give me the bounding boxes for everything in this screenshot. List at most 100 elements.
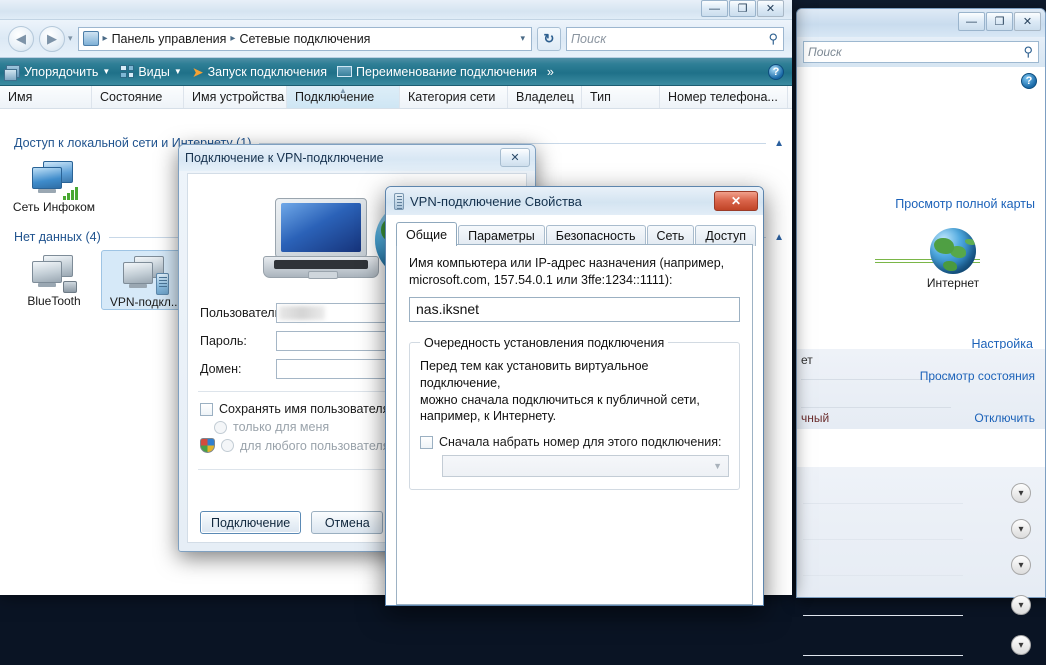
host-label-line1: Имя компьютера или IP-адрес назначения (… (409, 255, 740, 272)
list-item[interactable]: ▾ (797, 513, 1045, 549)
sort-ascending-icon: ▲ (339, 86, 347, 95)
chevron-down-icon[interactable]: ▾ (520, 33, 525, 44)
chevron-down-icon[interactable]: ▾ (1011, 555, 1031, 575)
vpn-properties-titlebar[interactable]: VPN-подключение Свойства ✕ (386, 187, 763, 215)
properties-tabstrip: Общие Параметры Безопасность Сеть Доступ (386, 215, 763, 246)
internet-node[interactable]: Интернет (923, 228, 983, 290)
chevron-down-icon[interactable]: ▼ (102, 67, 110, 76)
maximize-icon[interactable]: ❐ (729, 0, 756, 17)
views-label: Виды (138, 65, 170, 79)
connection-item-vpn[interactable]: VPN-подкл... (101, 250, 189, 310)
dial-connection-select[interactable]: ▼ (442, 455, 729, 477)
anyone-radio[interactable] (221, 439, 234, 452)
main-window-titlebar[interactable]: — ❐ ✕ (0, 0, 792, 20)
views-button[interactable]: Виды ▼ (120, 65, 182, 79)
tab-general[interactable]: Общие (396, 222, 457, 246)
list-item[interactable]: ▾ (797, 477, 1045, 513)
column-header-phone-number[interactable]: Номер телефона... (660, 86, 788, 108)
column-header-type[interactable]: Тип (582, 86, 660, 108)
vpn-properties-dialog[interactable]: VPN-подключение Свойства ✕ Общие Парамет… (385, 186, 764, 606)
right-window-body: ? Просмотр полной карты Интернет Настрой… (797, 67, 1045, 597)
column-header-owner[interactable]: Владелец (508, 86, 582, 108)
column-header-device-name[interactable]: Имя устройства (184, 86, 287, 108)
minimize-icon[interactable]: — (701, 0, 728, 17)
chevron-down-icon[interactable]: ▼ (713, 461, 722, 471)
right-window-buttons[interactable]: — ❐ ✕ (958, 12, 1041, 31)
chevron-down-icon[interactable]: ▾ (1011, 483, 1031, 503)
breadcrumb-separator: ▸ (103, 33, 108, 44)
connection-item-network-infocom[interactable]: Сеть Инфоком (10, 156, 98, 214)
close-icon[interactable]: ✕ (1014, 12, 1041, 31)
start-connection-label: Запуск подключения (208, 65, 327, 79)
rename-connection-button[interactable]: Переименование подключения (337, 65, 537, 79)
close-icon[interactable]: ✕ (757, 0, 784, 17)
dial-first-checkbox[interactable] (420, 436, 433, 449)
help-icon[interactable]: ? (768, 64, 784, 80)
dial-first-text-line1: Перед тем как установить виртуальное под… (420, 358, 729, 392)
breadcrumb-item-control-panel[interactable]: Панель управления (112, 32, 227, 46)
list-item[interactable]: ▾ (797, 549, 1045, 585)
column-label: Номер телефона... (668, 90, 778, 104)
general-tab-panel: Имя компьютера или IP-адрес назначения (… (396, 244, 753, 605)
chevron-down-icon[interactable]: ▼ (174, 67, 182, 76)
connect-button[interactable]: Подключение (200, 511, 301, 534)
views-icon (120, 65, 134, 78)
vpn-connect-title: Подключение к VPN-подключение (185, 151, 384, 165)
close-icon[interactable]: ✕ (714, 191, 758, 211)
main-window-buttons[interactable]: — ❐ ✕ (701, 0, 784, 17)
vpn-connect-titlebar[interactable]: Подключение к VPN-подключение ✕ (179, 145, 535, 171)
list-item[interactable]: ▾ (797, 589, 1045, 625)
chevron-down-icon[interactable]: ▾ (1011, 595, 1031, 615)
network-sharing-center-window[interactable]: — ❐ ✕ Поиск ⚲ ? Просмотр полной карты Ин… (796, 8, 1046, 598)
list-item[interactable]: ▾ (797, 629, 1045, 665)
help-icon[interactable]: ? (1021, 73, 1037, 89)
close-icon[interactable]: ✕ (500, 148, 530, 167)
organize-icon (6, 65, 20, 78)
view-status-link[interactable]: Просмотр состояния (920, 369, 1035, 383)
chevron-up-icon[interactable]: ▲ (774, 138, 784, 149)
breadcrumb-item-network-connections[interactable]: Сетевые подключения (239, 32, 370, 46)
save-credentials-checkbox[interactable] (200, 403, 213, 416)
domain-label: Домен: (200, 362, 276, 376)
column-header-connection[interactable]: ▲ Подключение (287, 86, 400, 108)
maximize-icon[interactable]: ❐ (986, 12, 1013, 31)
toolbar-overflow-button[interactable]: » (547, 65, 554, 79)
column-header-network-category[interactable]: Категория сети (400, 86, 508, 108)
address-bar[interactable]: ▸ Панель управления ▸ Сетевые подключени… (78, 27, 532, 51)
recent-pages-dropdown-icon[interactable]: ▾ (68, 33, 73, 44)
arrow-right-icon: ➤ (192, 65, 204, 79)
host-input[interactable]: nas.iksnet (409, 297, 740, 322)
rename-icon (337, 66, 352, 77)
column-header-name[interactable]: Имя (0, 86, 92, 108)
cancel-button[interactable]: Отмена (311, 511, 383, 534)
column-label: Имя (8, 90, 32, 104)
forward-button[interactable]: ▶ (39, 26, 65, 52)
chevron-down-icon[interactable]: ▾ (1011, 635, 1031, 655)
chevron-up-icon[interactable]: ▲ (774, 232, 784, 243)
password-label: Пароль: (200, 334, 276, 348)
chevron-down-icon[interactable]: ▾ (1011, 519, 1031, 539)
connection-item-bluetooth[interactable]: BlueTooth (10, 250, 98, 308)
refresh-button[interactable]: ↻ (537, 27, 561, 51)
only-me-radio[interactable] (214, 421, 227, 434)
right-search-input[interactable]: Поиск ⚲ (803, 41, 1039, 63)
network-computers-plug-icon (30, 254, 78, 294)
column-header-state[interactable]: Состояние (92, 86, 184, 108)
start-connection-button[interactable]: ➤ Запуск подключения (192, 65, 327, 79)
search-icon[interactable]: ⚲ (1023, 44, 1033, 60)
tab-network[interactable]: Сеть (647, 225, 695, 246)
view-full-map-link[interactable]: Просмотр полной карты (895, 197, 1035, 211)
disconnect-link[interactable]: Отключить (974, 411, 1035, 425)
tab-security[interactable]: Безопасность (546, 225, 646, 246)
back-button[interactable]: ◀ (8, 26, 34, 52)
tab-options[interactable]: Параметры (458, 225, 545, 246)
minimize-icon[interactable]: — (958, 12, 985, 31)
right-window-titlebar[interactable]: — ❐ ✕ (797, 9, 1045, 37)
column-label: Подключение (295, 90, 374, 104)
search-icon[interactable]: ⚲ (768, 31, 778, 47)
main-search-input[interactable]: Поиск ⚲ (566, 27, 784, 51)
organize-button[interactable]: Упорядочить ▼ (6, 65, 110, 79)
tab-sharing[interactable]: Доступ (695, 225, 756, 246)
user-label: Пользователь: (200, 306, 276, 320)
dial-first-checkbox-row[interactable]: Сначала набрать номер для этого подключе… (420, 425, 729, 449)
